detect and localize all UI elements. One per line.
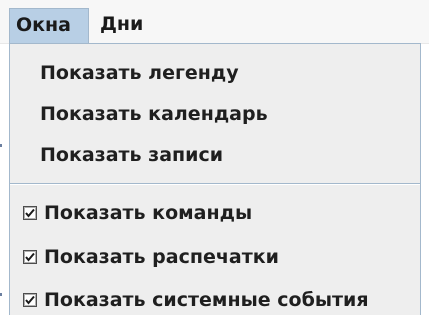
menu-item-label: Показать распечатки [44,246,279,268]
app-window: Окна Дни Показать легенду Показать кален… [0,0,429,315]
menu-bar: Окна Дни [0,0,429,44]
checkbox-checked-icon [23,250,37,264]
menu-item-show-commands[interactable]: Показать команды [10,193,420,233]
menu-item-label: Показать системные события [44,289,369,311]
menu-item-show-calendar[interactable]: Показать календарь [10,94,420,134]
menu-days[interactable]: Дни [93,8,150,43]
menu-item-label: Показать легенду [40,62,239,84]
windows-dropdown-menu: Показать легенду Показать календарь Пока… [9,43,421,315]
checkbox-checked-icon [23,293,37,307]
menu-item-show-printouts[interactable]: Показать распечатки [10,237,420,277]
edge-artifact [0,144,2,147]
menu-windows[interactable]: Окна [9,8,89,43]
menu-item-label: Показать календарь [40,103,268,125]
menu-item-label: Показать записи [40,144,224,166]
edge-artifact [0,293,2,296]
menu-separator [10,183,420,185]
checkbox-checked-icon [23,206,37,220]
menu-item-label: Показать команды [44,202,253,224]
menu-item-show-system-events[interactable]: Показать системные события [10,280,420,315]
menu-item-show-legend[interactable]: Показать легенду [10,53,420,93]
menu-item-show-records[interactable]: Показать записи [10,135,420,175]
